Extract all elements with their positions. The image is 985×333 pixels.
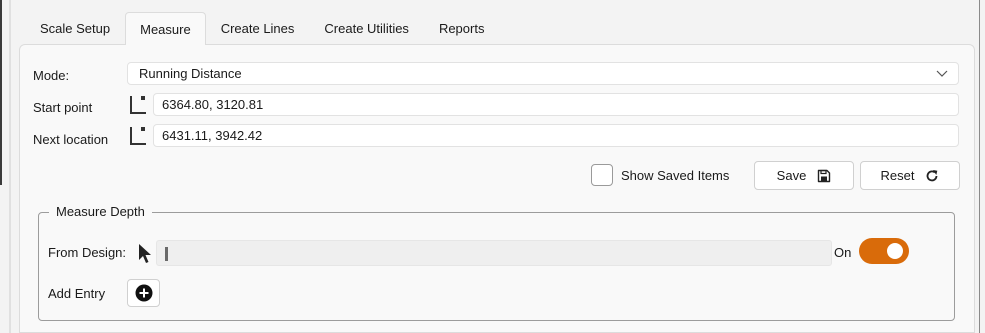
next-location-field[interactable]: 6431.11, 3942.42 — [153, 124, 959, 147]
tab-reports[interactable]: Reports — [424, 12, 500, 45]
save-button[interactable]: Save — [754, 161, 854, 190]
start-point-label: Start point — [33, 100, 93, 115]
reset-label: Reset — [880, 168, 915, 183]
show-saved-checkbox[interactable] — [591, 164, 613, 186]
tab-measure[interactable]: Measure — [125, 12, 206, 45]
pick-point-icon[interactable] — [128, 94, 150, 116]
refresh-icon — [927, 169, 938, 181]
cursor-icon[interactable] — [138, 243, 152, 265]
depth-toggle[interactable] — [859, 238, 909, 264]
tab-create-utilities[interactable]: Create Utilities — [309, 12, 424, 45]
window-frame — [9, 0, 11, 333]
show-saved-label: Show Saved Items — [621, 168, 730, 183]
from-design-input[interactable] — [156, 240, 832, 266]
save-label: Save — [776, 168, 807, 183]
mode-value: Running Distance — [139, 66, 242, 81]
measure-depth-legend: Measure Depth — [49, 204, 152, 219]
toggle-knob — [887, 243, 903, 259]
plus-circle-icon — [135, 284, 152, 302]
tab-scale-setup[interactable]: Scale Setup — [25, 12, 125, 45]
scrollbar-edge — [979, 0, 980, 333]
mode-select[interactable]: Running Distance — [127, 62, 959, 85]
start-point-field[interactable]: 6364.80, 3120.81 — [153, 93, 959, 116]
reset-button[interactable]: Reset — [860, 161, 960, 190]
measure-depth-group — [38, 212, 955, 321]
add-entry-label: Add Entry — [48, 286, 106, 301]
tab-bar: Scale Setup Measure Create Lines Create … — [25, 12, 499, 45]
add-entry-button[interactable] — [127, 279, 160, 307]
chevron-down-icon — [936, 70, 948, 77]
next-location-label: Next location — [33, 132, 109, 147]
save-icon — [818, 169, 831, 182]
toggle-state-label: On — [834, 245, 852, 260]
pick-point-icon[interactable] — [128, 125, 150, 147]
text-caret — [165, 247, 168, 261]
next-location-value: 6431.11, 3942.42 — [162, 128, 263, 143]
tab-create-lines[interactable]: Create Lines — [206, 12, 310, 45]
mode-label: Mode: — [33, 68, 70, 83]
start-point-value: 6364.80, 3120.81 — [162, 97, 264, 112]
from-design-label: From Design: — [48, 245, 127, 260]
window-edge — [0, 0, 2, 185]
